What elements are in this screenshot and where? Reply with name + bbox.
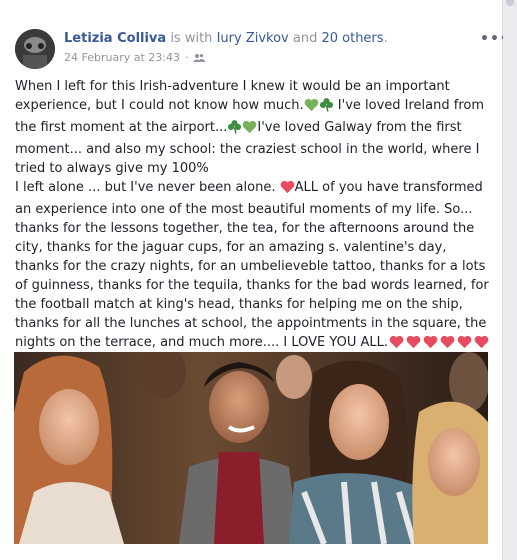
author-name-link[interactable]: Letizia Colliva: [64, 31, 166, 46]
paragraph-4-text: I left alone ... but I've never been alo…: [15, 180, 280, 195]
tagged-person-link[interactable]: Iury Zivkov: [217, 31, 289, 46]
meta-dot: ·: [184, 51, 189, 64]
shamrock-emoji: [227, 119, 242, 140]
author-avatar[interactable]: [15, 29, 55, 69]
and-text: and: [288, 31, 322, 46]
others-link[interactable]: 20 others: [321, 31, 383, 46]
green-heart-emoji: [242, 120, 257, 140]
post-meta: 24 February at 23:43 ·: [64, 51, 206, 65]
period-text: .: [383, 31, 388, 46]
post-header: Letizia Colliva is with Iury Zivkov and …: [64, 30, 388, 48]
post-text: When I left for this Irish-adventure I k…: [15, 77, 493, 377]
post-photo[interactable]: [14, 352, 488, 544]
post-paragraph: I left alone ... but I've never been alo…: [15, 178, 493, 219]
green-heart-emoji: [304, 98, 319, 118]
post-card: Letizia Colliva is with Iury Zivkov and …: [0, 0, 509, 560]
friends-icon[interactable]: [193, 53, 206, 63]
timestamp-link[interactable]: 24 February at 23:43: [64, 51, 180, 65]
with-text: is with: [166, 31, 217, 46]
scrollbar-track[interactable]: [503, 0, 517, 544]
shamrock-emoji: [319, 97, 334, 118]
post-paragraph: When I left for this Irish-adventure I k…: [15, 77, 493, 178]
heart-emoji: [280, 180, 295, 200]
paragraph-6-text: thanks for the lessons together, the tea…: [15, 221, 489, 350]
